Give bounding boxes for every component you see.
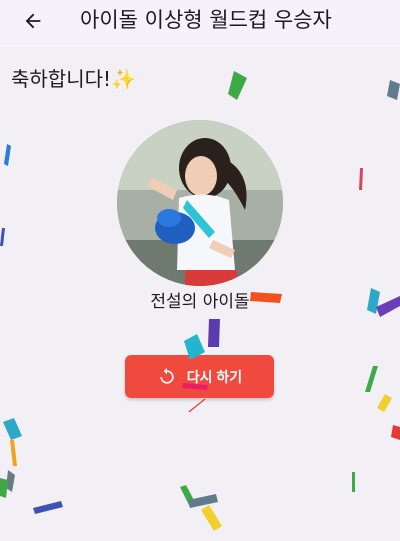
confetti-piece [387,80,400,100]
confetti-piece [377,394,392,412]
confetti-piece [6,470,15,492]
confetti-piece [201,505,222,531]
confetti-piece [4,144,11,166]
app-bar: 아이돌 이상형 월드컵 우승자 [0,0,400,47]
confetti-piece [359,168,363,190]
confetti-piece [0,228,5,246]
confetti-piece [3,418,22,440]
confetti-piece [391,425,400,440]
confetti-piece [228,71,247,100]
back-button[interactable] [18,6,48,36]
page-title: 아이돌 이상형 월드컵 우승자 [80,8,332,32]
retry-label: 다시 하기 [186,368,243,385]
confetti-piece [208,319,220,347]
winner-photo [117,120,283,286]
retry-button[interactable]: 다시 하기 [125,355,274,398]
confetti-piece [0,478,8,498]
winner-name: 전설의 아이돌 [150,292,250,312]
congrats-text: 축하합니다!✨ [11,67,136,91]
confetti-piece [188,399,206,412]
confetti-piece [180,485,196,507]
confetti-piece [33,501,63,514]
confetti-piece [188,494,218,508]
arrow-left-icon [25,13,41,29]
refresh-icon [160,367,174,384]
winner-avatar [117,120,283,286]
confetti-piece [365,366,378,392]
confetti-piece [352,472,355,492]
confetti-piece [10,440,17,466]
